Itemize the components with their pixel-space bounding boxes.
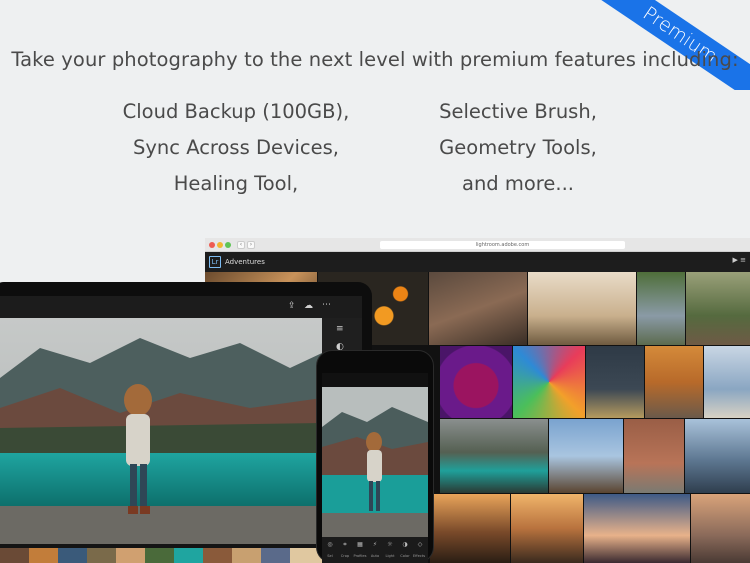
feature-item: Healing Tool, bbox=[173, 172, 299, 195]
auto-icon[interactable]: ⚡ bbox=[369, 541, 381, 548]
minimize-window-icon[interactable] bbox=[217, 242, 223, 248]
tool-label: Sel bbox=[327, 554, 333, 558]
feature-item: Cloud Backup (100GB), bbox=[122, 100, 350, 123]
phone-device: ◎ Sel ⌗ Crop ▦ Profiles ⚡ Auto ☼ Light ◑… bbox=[316, 350, 434, 563]
photo-thumbnail[interactable] bbox=[440, 419, 548, 493]
photo-thumbnail[interactable] bbox=[440, 346, 512, 418]
share-icon[interactable]: ⇪ bbox=[288, 301, 296, 311]
photo-thumbnail[interactable] bbox=[549, 419, 623, 493]
headline: Take your photography to the next level … bbox=[11, 48, 739, 71]
photo-thumbnail[interactable] bbox=[528, 272, 636, 345]
photo-thumbnail[interactable] bbox=[430, 494, 510, 563]
filmstrip bbox=[0, 544, 322, 563]
photo-thumbnail[interactable] bbox=[513, 346, 585, 418]
premium-ribbon-container: Premium bbox=[600, 0, 750, 90]
selective-icon[interactable]: ◎ bbox=[324, 541, 336, 548]
premium-ribbon: Premium bbox=[600, 0, 750, 90]
light-icon[interactable]: ☼ bbox=[384, 541, 396, 548]
back-icon[interactable]: ‹ bbox=[237, 241, 245, 249]
play-icon[interactable]: ▶ ≡ bbox=[733, 256, 746, 264]
phone-edited-photo bbox=[322, 387, 428, 537]
maximize-window-icon[interactable] bbox=[225, 242, 231, 248]
tablet-toolbar: ⇪ ☁ ⋯ bbox=[0, 296, 362, 318]
photo-thumbnail[interactable] bbox=[645, 346, 703, 418]
features-right-list: Selective Brush, Geometry Tools, and mor… bbox=[388, 98, 648, 206]
photo-thumbnail[interactable] bbox=[686, 272, 750, 345]
tool-label: Profiles bbox=[353, 554, 367, 558]
photo-thumbnail[interactable] bbox=[685, 419, 750, 493]
photo-thumbnail[interactable] bbox=[586, 346, 644, 418]
features-left-list: Cloud Backup (100GB), Sync Across Device… bbox=[106, 98, 366, 206]
crop-icon[interactable]: ⌗ bbox=[339, 541, 351, 549]
feature-item: Geometry Tools, bbox=[439, 136, 597, 159]
more-icon[interactable]: ⋯ bbox=[322, 300, 331, 310]
photo-thumbnail[interactable] bbox=[584, 494, 690, 563]
feature-item: and more... bbox=[462, 172, 574, 195]
lightroom-logo: Lr bbox=[209, 256, 221, 268]
edited-photo bbox=[0, 318, 322, 544]
browser-toolbar: ‹ › lightroom.adobe.com bbox=[205, 238, 750, 252]
sliders-icon[interactable]: ≡ bbox=[336, 324, 344, 334]
phone-tool-bar: ◎ Sel ⌗ Crop ▦ Profiles ⚡ Auto ☼ Light ◑… bbox=[322, 537, 428, 563]
effects-icon[interactable]: ◇ bbox=[414, 541, 426, 548]
tool-label: Auto bbox=[370, 554, 380, 558]
lightroom-header: Lr Adventures ▶ ≡ bbox=[205, 252, 750, 272]
photo-thumbnail[interactable] bbox=[691, 494, 750, 563]
close-window-icon[interactable] bbox=[209, 242, 215, 248]
photo-thumbnail[interactable] bbox=[704, 346, 750, 418]
photo-thumbnail[interactable] bbox=[429, 272, 527, 345]
url-bar[interactable]: lightroom.adobe.com bbox=[380, 241, 625, 249]
photo-thumbnail[interactable] bbox=[637, 272, 685, 345]
feature-item: Selective Brush, bbox=[439, 100, 597, 123]
cloud-sync-icon[interactable]: ☁ bbox=[304, 301, 313, 311]
feature-item: Sync Across Devices, bbox=[133, 136, 339, 159]
phone-screen: ◎ Sel ⌗ Crop ▦ Profiles ⚡ Auto ☼ Light ◑… bbox=[322, 373, 428, 563]
forward-icon[interactable]: › bbox=[247, 241, 255, 249]
photo-thumbnail[interactable] bbox=[624, 419, 684, 493]
tool-label: Light bbox=[385, 554, 395, 558]
filmstrip-thumbnails[interactable] bbox=[0, 548, 322, 563]
photo-thumbnail[interactable] bbox=[511, 494, 583, 563]
profiles-icon[interactable]: ▦ bbox=[354, 541, 366, 548]
album-title: Adventures bbox=[225, 258, 265, 266]
tablet-screen: ⇪ ☁ ⋯ ≡ ◐ bbox=[0, 296, 362, 563]
tool-label: Crop bbox=[340, 554, 350, 558]
color-icon[interactable]: ◑ bbox=[399, 541, 411, 548]
tool-label: Effects bbox=[412, 554, 426, 558]
